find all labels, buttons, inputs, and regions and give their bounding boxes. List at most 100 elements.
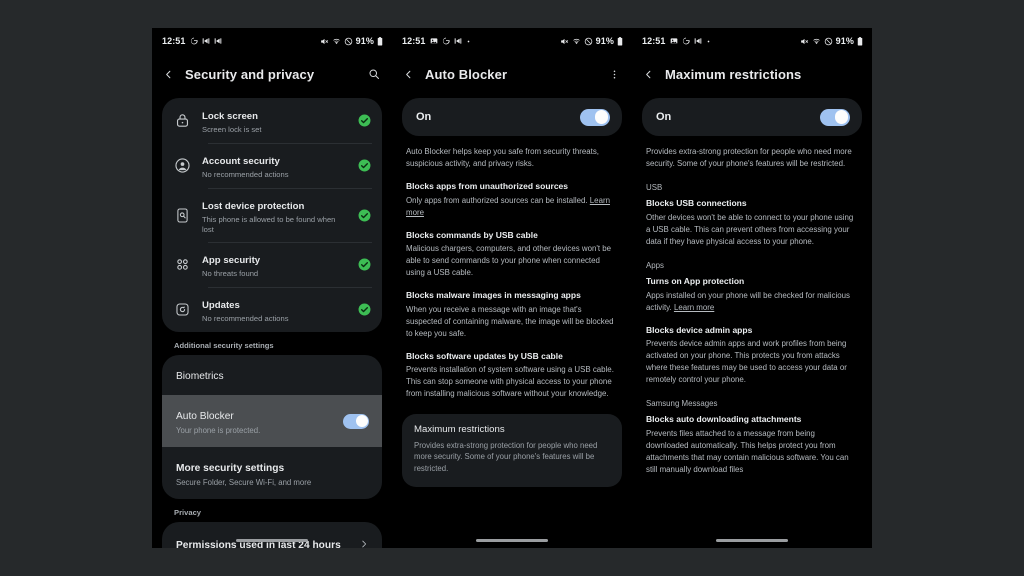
list-item-subtitle: No recommended actions: [202, 169, 289, 179]
dnd-icon: [344, 37, 353, 46]
list-item-subtitle: Secure Folder, Secure Wi-Fi, and more: [176, 478, 312, 488]
list-item-subtitle: Screen lock is set: [202, 125, 262, 134]
status-bar-right: 91%: [320, 36, 383, 46]
status-bar-left: 12:51: [402, 36, 471, 46]
feature-heading: Blocks USB connections: [646, 198, 747, 209]
more-options-icon[interactable]: [609, 69, 620, 80]
panel-auto-blocker: 12:51 91% Auto Blocker On Auto Blocker h…: [392, 28, 632, 548]
page-title: Auto Blocker: [425, 66, 508, 82]
privacy-card: Permissions used in last 24 hours: [162, 522, 382, 548]
check-circle-icon: [358, 159, 371, 172]
list-item-more-security-settings[interactable]: More security settings Secure Folder, Se…: [162, 447, 382, 499]
feature-heading: Blocks commands by USB cable: [406, 229, 538, 240]
toggle-state-label: On: [416, 111, 432, 123]
list-item-subtitle: No threats found: [202, 269, 259, 279]
feature-block-app-protection: Turns on App protection Apps installed o…: [646, 271, 858, 314]
battery-percent-label: 91%: [595, 36, 614, 46]
list-item-title: Updates: [202, 300, 240, 312]
list-item-app-security[interactable]: App security No threats found: [162, 242, 382, 287]
list-item-title: Lost device protection: [202, 200, 305, 212]
wifi-icon: [572, 37, 581, 46]
list-item-lost-device-protection[interactable]: Lost device protection This phone is all…: [162, 187, 382, 243]
check-circle-icon: [358, 258, 371, 271]
back-chevron-icon[interactable]: [643, 69, 654, 80]
intro-paragraph: Auto Blocker helps keep you safe from se…: [406, 147, 599, 169]
list-item-auto-blocker[interactable]: Auto Blocker Your phone is protected.: [162, 395, 382, 448]
battery-percent-label: 91%: [835, 36, 854, 46]
feature-paragraph-text: Only apps from authorized sources can be…: [406, 195, 588, 205]
google-icon: [190, 37, 198, 45]
feature-block-auto-downloading-attachments: Blocks auto downloading attachments Prev…: [646, 409, 858, 476]
auto-blocker-toggle-bar[interactable]: On: [402, 98, 622, 136]
feature-block-device-admin-apps: Blocks device admin apps Prevents device…: [646, 314, 858, 387]
dot-icon: [706, 39, 711, 44]
section-label-additional-security: Additional security settings: [174, 341, 274, 351]
feature-paragraph: When you receive a message with an image…: [406, 304, 614, 338]
list-item-biometrics[interactable]: Biometrics: [162, 355, 382, 395]
gesture-bar[interactable]: [236, 539, 308, 542]
feature-block-usb-commands: Blocks commands by USB cable Malicious c…: [406, 219, 618, 280]
learn-more-link[interactable]: Learn more: [674, 303, 714, 312]
photos-icon: [430, 37, 438, 45]
list-item-permissions-used[interactable]: Permissions used in last 24 hours: [162, 522, 382, 548]
page-title: Security and privacy: [185, 66, 315, 82]
gesture-bar[interactable]: [476, 539, 548, 542]
feature-block-usb-connections: Blocks USB connections Other devices won…: [646, 193, 858, 248]
feature-paragraph: Other devices won't be able to connect t…: [646, 212, 854, 246]
google-icon: [442, 37, 450, 45]
feature-heading: Turns on App protection: [646, 276, 745, 287]
page-title: Maximum restrictions: [665, 66, 802, 82]
additional-settings-card: Biometrics Auto Blocker Your phone is pr…: [162, 355, 382, 500]
app-icon: [694, 37, 702, 45]
maximum-restrictions-toggle-bar[interactable]: On: [642, 98, 862, 136]
app-bar: Auto Blocker: [392, 54, 632, 94]
battery-icon: [617, 36, 623, 46]
wifi-icon: [332, 37, 341, 46]
card-paragraph: Provides extra-strong protection for peo…: [414, 440, 598, 473]
list-item-account-security[interactable]: Account security No recommended actions: [162, 142, 382, 188]
list-item-title: Biometrics: [176, 371, 224, 383]
auto-blocker-main-toggle[interactable]: [580, 108, 610, 126]
status-bar-right: 91%: [560, 36, 623, 46]
gesture-bar[interactable]: [716, 539, 788, 542]
back-chevron-icon[interactable]: [163, 69, 174, 80]
feature-paragraph: Prevents installation of system software…: [406, 365, 614, 399]
google-icon: [682, 37, 690, 45]
status-bar-left: 12:51: [642, 36, 711, 46]
list-item-lock-screen[interactable]: Lock screen Screen lock is set: [162, 98, 382, 143]
category-label-apps: Apps: [646, 260, 664, 270]
battery-icon: [377, 36, 383, 46]
status-bar-right: 91%: [800, 36, 863, 46]
panel-maximum-restrictions: 12:51 91% Maximum restrictions On Provid…: [632, 28, 872, 548]
maximum-restrictions-card[interactable]: Maximum restrictions Provides extra-stro…: [402, 414, 622, 487]
check-circle-icon: [358, 303, 371, 316]
status-bar-left: 12:51: [162, 36, 222, 46]
feature-block-unauthorized-sources: Blocks apps from unauthorized sources On…: [406, 170, 618, 219]
auto-blocker-content: Auto Blocker helps keep you safe from se…: [392, 136, 632, 400]
app-bar: Security and privacy: [152, 54, 392, 94]
app-icon: [214, 37, 222, 45]
intro-paragraph: Provides extra-strong protection for peo…: [646, 147, 852, 169]
app-grid-icon: [174, 256, 191, 273]
feature-heading: Blocks device admin apps: [646, 324, 753, 335]
search-icon[interactable]: [368, 68, 380, 80]
feature-paragraph: Malicious chargers, computers, and other…: [406, 244, 612, 278]
wifi-icon: [812, 37, 821, 46]
status-bar-clock: 12:51: [162, 36, 186, 46]
feature-paragraph: Only apps from authorized sources can be…: [406, 195, 618, 219]
battery-percent-label: 91%: [355, 36, 374, 46]
status-bar-clock: 12:51: [402, 36, 426, 46]
list-item-subtitle: Your phone is protected.: [176, 426, 261, 436]
maximum-restrictions-main-toggle[interactable]: [820, 108, 850, 126]
list-item-title: App security: [202, 255, 261, 267]
list-item-title: More security settings: [176, 463, 285, 475]
feature-heading: Blocks software updates by USB cable: [406, 350, 563, 361]
list-item-updates[interactable]: Updates No recommended actions: [162, 287, 382, 332]
category-label-usb: USB: [646, 183, 663, 193]
feature-block-malware-images: Blocks malware images in messaging apps …: [406, 279, 618, 340]
back-chevron-icon[interactable]: [403, 69, 414, 80]
auto-blocker-toggle[interactable]: [343, 413, 369, 429]
security-status-card: Lock screen Screen lock is set Account s…: [162, 98, 382, 333]
card-title: Maximum restrictions: [414, 424, 505, 436]
category-label-samsung-messages: Samsung Messages: [646, 399, 718, 409]
